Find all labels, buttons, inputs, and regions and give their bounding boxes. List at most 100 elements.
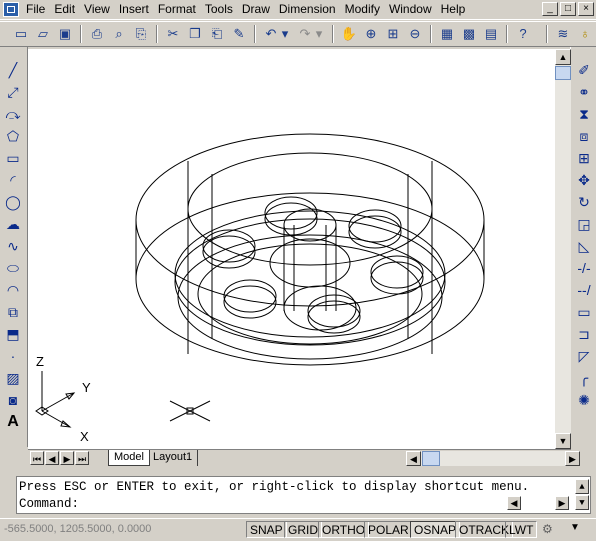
minimize-icon[interactable]: _ xyxy=(542,2,558,16)
explode-icon[interactable]: ✺ xyxy=(574,390,594,410)
rotate-icon[interactable]: ↻ xyxy=(574,192,594,212)
status-menu-chevron-icon[interactable]: ▼ xyxy=(570,522,584,538)
menu-help[interactable]: Help xyxy=(441,2,472,17)
zoom-previous-icon[interactable]: ⊖ xyxy=(406,25,424,43)
menu-file[interactable]: File xyxy=(26,2,51,17)
app-icon[interactable] xyxy=(3,2,19,17)
toggle-polar[interactable]: POLAR xyxy=(364,521,413,538)
circle-icon[interactable]: ◯ xyxy=(3,192,23,212)
spline-icon[interactable]: ∿ xyxy=(3,236,23,256)
menu-view[interactable]: View xyxy=(84,2,116,17)
trim-icon[interactable]: -/- xyxy=(574,258,594,278)
properties-icon[interactable]: ▦ xyxy=(438,25,456,43)
mirror-icon[interactable]: ⧗ xyxy=(574,104,594,124)
last-tab-icon[interactable]: ⏭ xyxy=(75,451,89,465)
scale-icon[interactable]: ◲ xyxy=(574,214,594,234)
zoom-realtime-icon[interactable]: ⊕ xyxy=(362,25,380,43)
join-icon[interactable]: ⊐ xyxy=(574,324,594,344)
arc-icon[interactable]: ◜ xyxy=(3,170,23,190)
tab-model[interactable]: Model xyxy=(108,450,150,466)
toggle-lwt[interactable]: LWT xyxy=(505,521,538,538)
toggle-ortho[interactable]: ORTHO xyxy=(318,521,370,538)
region-icon[interactable]: ◙ xyxy=(3,390,23,410)
horizontal-scroll-thumb[interactable] xyxy=(422,451,440,466)
prev-tab-icon[interactable]: ◀ xyxy=(45,451,59,465)
menu-tools[interactable]: Tools xyxy=(205,2,239,17)
copy-icon[interactable]: ❐ xyxy=(186,25,204,43)
ellipse-icon[interactable]: ⬭ xyxy=(3,258,23,278)
rectangle-icon[interactable]: ▭ xyxy=(3,148,23,168)
xline-icon[interactable]: ⤢ xyxy=(3,82,23,102)
undo-icon[interactable]: ↶ xyxy=(262,25,280,43)
cmd-scroll-left-icon[interactable]: ◀ xyxy=(507,496,521,510)
revcloud-icon[interactable]: ☁ xyxy=(3,214,23,234)
preview-icon[interactable]: ⌕ xyxy=(110,25,128,43)
text-icon[interactable]: A xyxy=(3,412,23,432)
break-icon[interactable]: ▭ xyxy=(574,302,594,322)
vertical-scrollbar[interactable]: ▲ ▼ xyxy=(555,49,571,449)
paste-icon[interactable]: ⎗ xyxy=(208,25,226,43)
ellipse-arc-icon[interactable]: ◠ xyxy=(3,280,23,300)
drawing-area[interactable]: Z Y X xyxy=(28,49,555,449)
undo-dropdown-icon[interactable]: ▾ xyxy=(280,25,290,43)
array-icon[interactable]: ⊞ xyxy=(574,148,594,168)
first-tab-icon[interactable]: ⏮ xyxy=(30,451,44,465)
make-block-icon[interactable]: ⬒ xyxy=(3,324,23,344)
scroll-right-icon[interactable]: ▶ xyxy=(565,451,580,466)
erase-icon[interactable]: ✐ xyxy=(574,60,594,80)
menu-edit[interactable]: Edit xyxy=(54,2,81,17)
chamfer-icon[interactable]: ◸ xyxy=(574,346,594,366)
insert-block-icon[interactable]: ⧉ xyxy=(3,302,23,322)
command-window[interactable]: Press ESC or ENTER to exit, or right-cli… xyxy=(16,476,591,514)
toggle-osnap[interactable]: OSNAP xyxy=(410,521,461,538)
scroll-up-icon[interactable]: ▲ xyxy=(555,49,571,65)
redo-icon[interactable]: ↷ xyxy=(296,25,314,43)
toggle-grid[interactable]: GRID xyxy=(284,521,322,538)
close-icon[interactable]: × xyxy=(578,2,594,16)
move-icon[interactable]: ✥ xyxy=(574,170,594,190)
stretch-icon[interactable]: ◺ xyxy=(574,236,594,256)
point-icon[interactable]: · xyxy=(3,346,23,366)
hatch-icon[interactable]: ▨ xyxy=(3,368,23,388)
plot-icon[interactable]: ⎘ xyxy=(132,25,150,43)
restore-icon[interactable]: □ xyxy=(560,2,576,16)
toggle-snap[interactable]: SNAP xyxy=(246,521,287,538)
extend-icon[interactable]: --/ xyxy=(574,280,594,300)
matchprop-icon[interactable]: ✎ xyxy=(230,25,248,43)
zoom-window-icon[interactable]: ⊞ xyxy=(384,25,402,43)
menu-modify[interactable]: Modify xyxy=(345,2,386,17)
cmd-scroll-down-icon[interactable]: ▼ xyxy=(575,495,589,510)
new-icon[interactable]: ▭ xyxy=(12,25,30,43)
vertical-scroll-thumb[interactable] xyxy=(555,66,571,80)
help-icon[interactable]: ? xyxy=(514,25,532,43)
designcenter-icon[interactable]: ▩ xyxy=(460,25,478,43)
next-tab-icon[interactable]: ▶ xyxy=(60,451,74,465)
cmd-scroll-up-icon[interactable]: ▲ xyxy=(575,479,589,494)
pan-icon[interactable]: ✋ xyxy=(340,25,358,43)
horizontal-scrollbar[interactable]: ◀ ▶ xyxy=(406,451,580,466)
cut-icon[interactable]: ✂ xyxy=(164,25,182,43)
copy-object-icon[interactable]: ⚭ xyxy=(574,82,594,102)
redo-dropdown-icon[interactable]: ▾ xyxy=(314,25,324,43)
open-icon[interactable]: ▱ xyxy=(34,25,52,43)
menu-insert[interactable]: Insert xyxy=(119,2,155,17)
scroll-left-icon[interactable]: ◀ xyxy=(406,451,421,466)
scroll-down-icon[interactable]: ▼ xyxy=(555,433,571,449)
toolpalette-icon[interactable]: ▤ xyxy=(482,25,500,43)
tab-layout1[interactable]: Layout1 xyxy=(148,450,199,466)
command-prompt[interactable]: Command: xyxy=(19,496,79,512)
line-icon[interactable]: ╱ xyxy=(3,60,23,80)
menu-window[interactable]: Window xyxy=(389,2,438,17)
cmd-scroll-right-icon[interactable]: ▶ xyxy=(555,496,569,510)
polygon-icon[interactable]: ⬠ xyxy=(3,126,23,146)
fillet-icon[interactable]: ╭ xyxy=(574,368,594,388)
menu-format[interactable]: Format xyxy=(158,2,202,17)
print-icon[interactable]: ⎙ xyxy=(88,25,106,43)
menu-draw[interactable]: Draw xyxy=(242,2,276,17)
polyline-icon[interactable]: ⤼ xyxy=(3,104,23,124)
menu-dimension[interactable]: Dimension xyxy=(279,2,342,17)
save-icon[interactable]: ▣ xyxy=(56,25,74,43)
layers-icon[interactable]: ≋ xyxy=(554,25,572,43)
tray-settings-icon[interactable]: ⚙ xyxy=(542,522,560,538)
bulb-icon[interactable]: ♁ xyxy=(576,25,594,43)
